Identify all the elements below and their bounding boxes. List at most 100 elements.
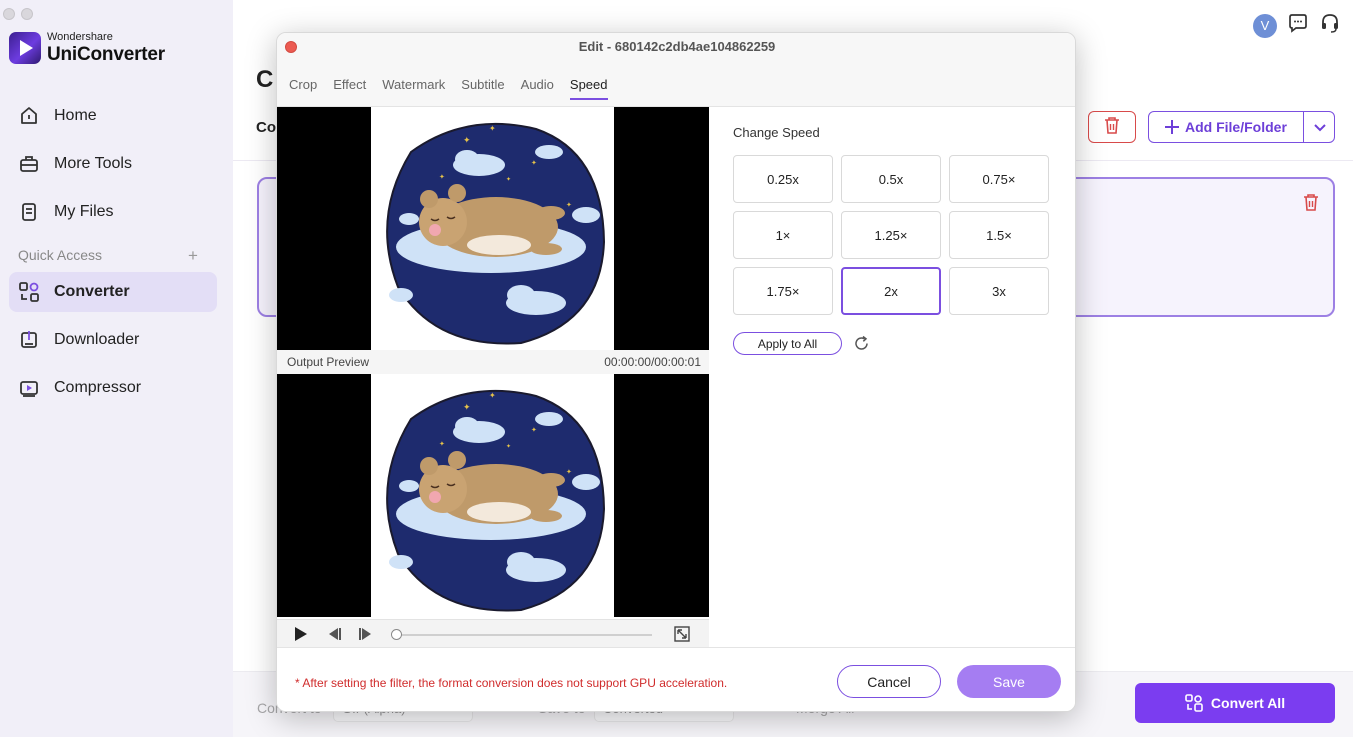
sidebar-item-label: Converter [54, 283, 130, 300]
speed-option-1x[interactable]: 1× [733, 211, 833, 259]
player-controls [277, 619, 709, 647]
next-frame-icon[interactable] [358, 626, 374, 647]
chat-icon[interactable] [1287, 12, 1309, 39]
bear-thumbnail-image: ✦ ✦ ✦ ✦ ✦ ✦ [386, 123, 606, 345]
sidebar-item-label: My Files [54, 203, 114, 220]
svg-text:✦: ✦ [566, 201, 572, 209]
sidebar-item-label: More Tools [54, 155, 132, 172]
original-frame: ✦ ✦ ✦ ✦ ✦ ✦ [371, 107, 614, 350]
output-video: ✦ ✦ ✦ ✦ ✦ ✦ [277, 374, 709, 617]
tab-speed[interactable]: Speed [569, 77, 608, 100]
plus-icon [1165, 120, 1179, 134]
svg-text:✦: ✦ [439, 173, 445, 181]
page-title: C [256, 66, 274, 93]
svg-text:✦: ✦ [489, 124, 496, 133]
uniconverter-logo-icon [9, 32, 41, 64]
sidebar-item-compressor[interactable]: Compressor [9, 368, 217, 408]
convert-all-label: Convert All [1210, 695, 1286, 711]
speed-option-3x[interactable]: 3x [949, 267, 1049, 315]
svg-text:✦: ✦ [531, 159, 537, 167]
previous-frame-icon[interactable] [326, 626, 342, 647]
quick-access-add-button[interactable]: + [188, 246, 198, 266]
svg-text:✦: ✦ [506, 176, 511, 183]
sidebar-item-home[interactable]: Home [9, 96, 217, 136]
downloader-icon [18, 329, 40, 351]
top-right-icons: V [1253, 12, 1341, 39]
fullscreen-icon[interactable] [674, 626, 690, 647]
speed-options-grid: 0.25x 0.5x 0.75× 1× 1.25× 1.5× 1.75× 2x … [733, 155, 1049, 315]
sidebar-item-label: Downloader [54, 331, 140, 348]
apply-to-all-button[interactable]: Apply to All [733, 332, 842, 355]
chevron-down-icon[interactable] [1312, 119, 1328, 140]
compressor-icon [18, 377, 40, 399]
edit-tabs: Crop Effect Watermark Subtitle Audio Spe… [289, 77, 608, 100]
files-icon [18, 201, 40, 223]
preview-pane: ✦ ✦ ✦ ✦ ✦ ✦ Output Preview 00:00:00/00:0… [277, 107, 709, 647]
dialog-footer: * After setting the filter, the format c… [277, 647, 1075, 711]
sidebar-item-downloader[interactable]: Downloader [9, 320, 217, 360]
speed-option-0.25x[interactable]: 0.25x [733, 155, 833, 203]
window-minimize-dot[interactable] [21, 8, 33, 20]
progress-thumb[interactable] [391, 629, 402, 640]
speed-option-0.5x[interactable]: 0.5x [841, 155, 941, 203]
svg-text:✦: ✦ [439, 440, 445, 448]
tab-effect[interactable]: Effect [333, 77, 366, 100]
reset-icon[interactable] [853, 335, 870, 357]
change-speed-label: Change Speed [733, 125, 820, 140]
svg-text:✦: ✦ [489, 391, 496, 400]
add-file-folder-label: Add File/Folder [1185, 119, 1287, 135]
convert-all-button[interactable]: Convert All [1135, 683, 1335, 723]
svg-text:✦: ✦ [463, 135, 471, 145]
avatar[interactable]: V [1253, 13, 1277, 38]
sidebar-item-label: Home [54, 107, 97, 124]
save-button[interactable]: Save [957, 665, 1061, 698]
section-title: Co [256, 119, 276, 136]
sidebar-item-converter[interactable]: Converter [9, 272, 217, 312]
add-button-separator [1303, 112, 1304, 142]
file-delete-icon[interactable] [1303, 193, 1319, 216]
speed-option-1.75x[interactable]: 1.75× [733, 267, 833, 315]
tab-crop[interactable]: Crop [289, 77, 317, 100]
speed-option-0.75x[interactable]: 0.75× [949, 155, 1049, 203]
trash-icon [1104, 116, 1120, 139]
brand-company: Wondershare [47, 31, 113, 43]
progress-track[interactable] [396, 634, 652, 636]
sidebar-item-label: Compressor [54, 379, 142, 396]
sidebar-item-my-files[interactable]: My Files [9, 192, 217, 232]
window-close-dot[interactable] [3, 8, 15, 20]
speed-settings: Change Speed 0.25x 0.5x 0.75× 1× 1.25× 1… [709, 107, 1075, 647]
bear-output-image: ✦ ✦ ✦ ✦ ✦ ✦ [386, 390, 606, 612]
play-icon[interactable] [294, 626, 308, 647]
delete-all-button[interactable] [1088, 111, 1136, 143]
edit-dialog: Edit - 680142c2db4ae104862259 Crop Effec… [276, 32, 1076, 712]
brand: Wondershare UniConverter [9, 32, 165, 64]
speed-option-1.5x[interactable]: 1.5× [949, 211, 1049, 259]
dialog-title: Edit - 680142c2db4ae104862259 [578, 39, 776, 54]
timecode: 00:00:00/00:00:01 [604, 355, 701, 369]
output-preview-bar: Output Preview 00:00:00/00:00:01 [277, 350, 709, 374]
home-icon [18, 105, 40, 127]
speed-option-1.25x[interactable]: 1.25× [841, 211, 941, 259]
speed-option-2x[interactable]: 2x [841, 267, 941, 315]
brand-product: UniConverter [47, 44, 165, 65]
tab-subtitle[interactable]: Subtitle [461, 77, 504, 100]
sidebar-item-more-tools[interactable]: More Tools [9, 144, 217, 184]
tab-audio[interactable]: Audio [521, 77, 554, 100]
cancel-button[interactable]: Cancel [837, 665, 941, 698]
convert-icon [1185, 694, 1203, 712]
svg-text:✦: ✦ [463, 402, 471, 412]
output-preview-label: Output Preview [287, 355, 370, 369]
add-file-folder-button[interactable]: Add File/Folder [1148, 111, 1335, 143]
svg-text:✦: ✦ [531, 426, 537, 434]
headset-icon[interactable] [1319, 12, 1341, 39]
sidebar: Wondershare UniConverter Home More Tools… [0, 0, 233, 737]
tab-watermark[interactable]: Watermark [382, 77, 445, 100]
converter-icon [18, 281, 40, 303]
original-video: ✦ ✦ ✦ ✦ ✦ ✦ [277, 107, 709, 350]
toolbox-icon [18, 153, 40, 175]
quick-access-label: Quick Access [18, 247, 103, 263]
svg-text:✦: ✦ [566, 468, 572, 476]
output-frame: ✦ ✦ ✦ ✦ ✦ ✦ [371, 374, 614, 617]
svg-text:✦: ✦ [506, 443, 511, 450]
dialog-header: Edit - 680142c2db4ae104862259 Crop Effec… [277, 33, 1075, 107]
